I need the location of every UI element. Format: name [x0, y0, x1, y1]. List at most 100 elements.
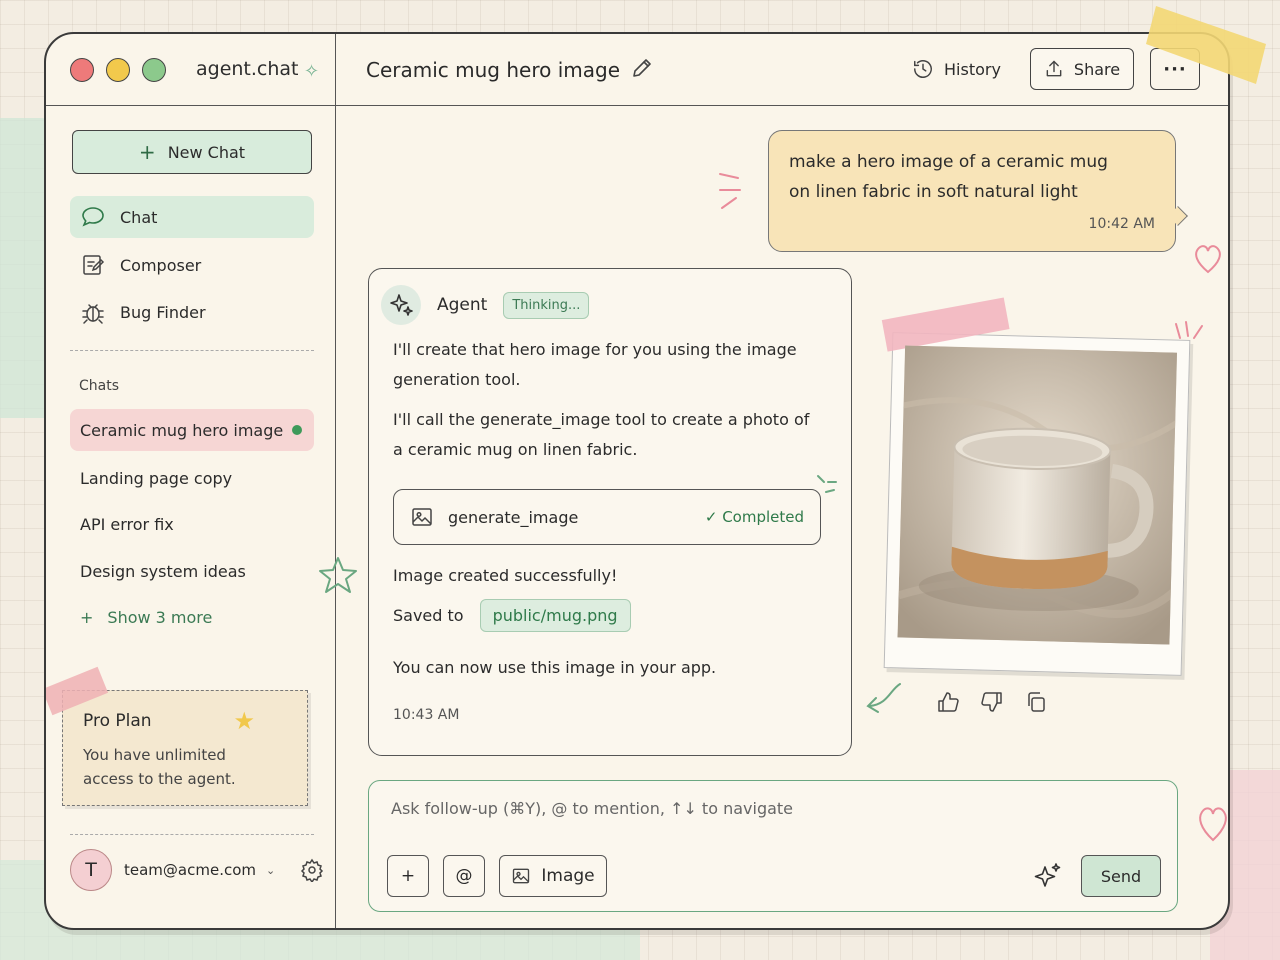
thumbs-down-icon[interactable] — [980, 690, 1004, 714]
send-button[interactable]: Send — [1081, 855, 1161, 897]
nav-item-bug-finder[interactable]: Bug Finder — [70, 291, 314, 333]
message-timestamp: 10:42 AM — [1088, 216, 1155, 232]
ceramic-mug-photo — [897, 345, 1178, 645]
new-chat-button[interactable]: + New Chat — [72, 130, 312, 174]
composer-input[interactable] — [391, 799, 991, 818]
washi-tape-decoration — [1146, 6, 1266, 84]
sidebar-divider — [335, 34, 336, 928]
chat-item-label: Landing page copy — [80, 468, 233, 488]
star-icon: ★ — [233, 707, 255, 735]
file-path-chip[interactable]: public/mug.png — [479, 599, 631, 632]
plus-icon: + — [80, 608, 94, 627]
copy-icon[interactable] — [1024, 690, 1048, 714]
message-composer: + @ Image Send — [368, 780, 1178, 912]
agent-sparkle-icon — [381, 285, 421, 325]
share-label: Share — [1073, 59, 1121, 79]
close-window-button[interactable] — [70, 58, 94, 82]
heart-doodle-icon — [1195, 245, 1221, 274]
chat-item-label: Ceramic mug hero image — [80, 420, 284, 440]
thinking-badge: Thinking... — [503, 291, 590, 319]
mention-button[interactable]: @ — [443, 855, 485, 897]
mug-illustration — [897, 345, 1178, 645]
chevron-down-icon: ⌄ — [266, 863, 276, 877]
agent-message-card: Agent Thinking... I'll create that hero … — [368, 268, 852, 756]
minimize-window-button[interactable] — [106, 58, 130, 82]
star-doodle-icon — [319, 557, 357, 593]
tool-status-label: Completed — [722, 508, 804, 526]
thumbs-up-icon[interactable] — [936, 690, 960, 714]
show-more-chats-button[interactable]: + Show 3 more — [80, 608, 212, 627]
share-button[interactable]: Share — [1030, 48, 1134, 90]
arrow-doodle-icon — [866, 683, 901, 713]
sparkle-icon: ✧ — [304, 61, 320, 82]
chat-item-design-system-ideas[interactable]: Design system ideas — [70, 550, 314, 592]
nav-item-label: Chat — [120, 207, 158, 227]
share-upload-icon — [1046, 60, 1062, 77]
send-label: Send — [1100, 866, 1142, 886]
doodle-lines-icon — [817, 475, 837, 493]
agent-name: Agent — [437, 295, 488, 315]
washi-tape-decoration — [881, 297, 1010, 352]
plus-icon: + — [400, 866, 416, 886]
title-bar: agent.chat ✧ Ceramic mug hero image Hist… — [46, 34, 1228, 106]
app-name: agent.chat — [196, 58, 299, 80]
app-window: agent.chat ✧ Ceramic mug hero image Hist… — [44, 32, 1230, 930]
avatar-initial: T — [85, 859, 97, 881]
nav-item-label: Bug Finder — [120, 302, 206, 322]
plan-description: You have unlimited access to the agent. — [83, 746, 236, 788]
saved-label: Saved to — [393, 606, 464, 625]
pro-plan-card: Pro Plan ★ You have unlimited access to … — [46, 666, 308, 806]
history-clock-icon — [914, 60, 932, 78]
user-message-bubble: make a hero image of a ceramic mug on li… — [768, 130, 1188, 252]
result-text: Image created successfully! — [393, 566, 618, 585]
new-chat-label: New Chat — [167, 142, 246, 162]
chat-item-ceramic-mug[interactable]: Ceramic mug hero image — [70, 409, 314, 451]
generated-image-polaroid[interactable] — [881, 297, 1191, 676]
chat-item-api-error-fix[interactable]: API error fix — [70, 503, 314, 545]
chat-item-label: Design system ideas — [80, 561, 246, 581]
washi-tape-decoration — [46, 666, 109, 716]
tool-status: ✓ Completed — [705, 508, 804, 526]
avatar: T — [70, 849, 112, 891]
nav-item-chat[interactable]: Chat — [70, 196, 314, 238]
attach-image-button[interactable]: Image — [499, 855, 607, 897]
nav-item-composer[interactable]: Composer — [70, 244, 314, 286]
message-timestamp: 10:43 AM — [393, 707, 460, 723]
settings-gear-icon[interactable] — [300, 858, 324, 882]
agent-paragraph: I'll call the generate_image tool to cre… — [393, 410, 810, 459]
compose-icon — [83, 255, 105, 275]
user-message-line: make a hero image of a ceramic mug — [789, 152, 1108, 172]
ai-sparkle-icon[interactable] — [1033, 861, 1063, 891]
edit-title-pencil-icon[interactable] — [630, 56, 654, 80]
chat-title: Ceramic mug hero image — [366, 58, 621, 82]
chat-item-label: API error fix — [80, 514, 174, 534]
user-message-line: on linen fabric in soft natural light — [789, 182, 1078, 202]
attach-plus-button[interactable]: + — [387, 855, 429, 897]
chats-heading: Chats — [79, 378, 120, 394]
bubble-tail — [1168, 206, 1188, 226]
chat-bubble-icon — [82, 207, 104, 227]
tool-call-card[interactable]: generate_image ✓ Completed — [393, 489, 821, 545]
sidebar-separator — [70, 350, 314, 351]
heart-doodle-icon — [1199, 807, 1227, 842]
bug-icon — [82, 304, 104, 324]
maximize-window-button[interactable] — [142, 58, 166, 82]
message-actions — [936, 690, 1048, 714]
plan-title: Pro Plan — [83, 711, 152, 731]
active-chat-indicator — [292, 425, 302, 435]
followup-text: You can now use this image in your app. — [393, 658, 717, 677]
at-icon: @ — [455, 866, 473, 886]
agent-header: Agent Thinking... — [381, 285, 590, 325]
user-account-menu[interactable]: T team@acme.com ⌄ — [70, 848, 324, 892]
show-more-label: Show 3 more — [107, 608, 213, 627]
tool-name: generate_image — [448, 507, 579, 527]
checkmark-icon: ✓ — [704, 508, 723, 526]
doodle-lines-icon — [719, 173, 741, 209]
chat-item-landing-page-copy[interactable]: Landing page copy — [70, 457, 314, 499]
history-button[interactable]: History — [912, 58, 1001, 80]
doodle-lines-icon — [1175, 321, 1203, 339]
sidebar-separator — [70, 834, 314, 835]
image-icon — [513, 868, 530, 884]
window-controls — [70, 58, 166, 82]
plus-icon: + — [138, 140, 156, 164]
